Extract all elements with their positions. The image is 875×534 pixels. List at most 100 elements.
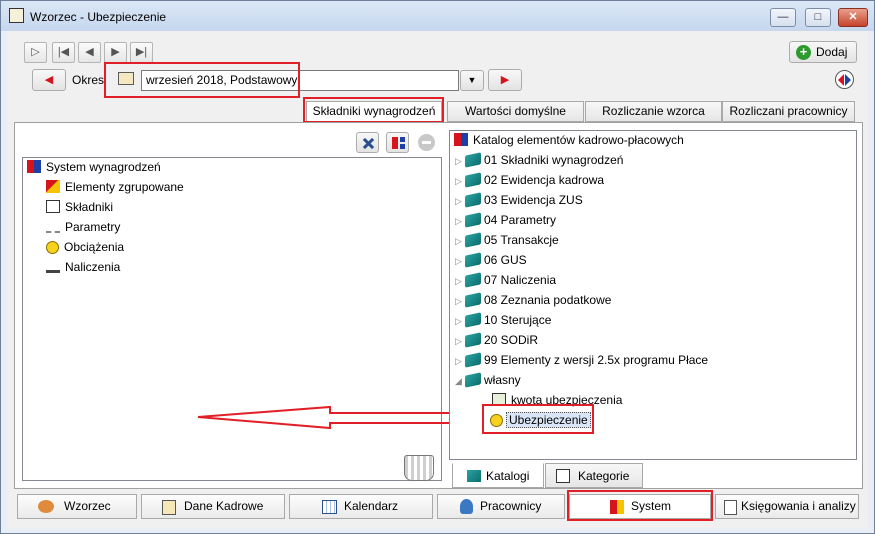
tree-item-label: Składniki <box>65 200 114 214</box>
personnel-data-icon <box>162 500 176 515</box>
tree-item-label: kwota ubezpieczenia <box>511 393 623 407</box>
tree-item-label: Obciążenia <box>64 240 125 254</box>
exchange-icon[interactable] <box>835 70 854 89</box>
module-tab-label: Pracownicy <box>480 499 542 513</box>
tree-item-obciazenia[interactable]: Obciążenia <box>46 237 124 257</box>
prev-record-icon[interactable]: ◀ <box>78 42 101 63</box>
catalog-folder[interactable]: ◢ własny <box>455 370 521 390</box>
tree-item-parametry[interactable]: Parametry <box>46 217 120 237</box>
expand-arrow-icon[interactable]: ▷ <box>455 271 465 291</box>
module-tab-pracownicy[interactable]: Pracownicy <box>437 494 565 519</box>
book-icon <box>465 232 481 248</box>
catalog-folder[interactable]: ▷ 03 Ewidencja ZUS <box>455 190 583 210</box>
calendar-icon <box>322 500 337 514</box>
catalog-folder[interactable]: ▷ 01 Składniki wynagrodzeń <box>455 150 623 170</box>
expand-arrow-icon[interactable]: ▷ <box>455 331 465 351</box>
tab-wartosci-domyslne[interactable]: Wartości domyślne <box>447 101 584 122</box>
catalog-folder[interactable]: ▷ 99 Elementy z wersji 2.5x programu Płac… <box>455 350 708 370</box>
catalog-folder-label: 02 Ewidencja kadrowa <box>484 173 605 187</box>
add-button-label: Dodaj <box>816 45 848 59</box>
catalog-folder[interactable]: ▷ 08 Zeznania podatkowe <box>455 290 611 310</box>
period-label: Okres <box>72 73 105 87</box>
catalog-folder[interactable]: ▷ 07 Naliczenia <box>455 270 556 290</box>
book-icon <box>465 172 481 188</box>
ledger-icon <box>724 500 737 515</box>
module-tab-wzorzec[interactable]: Wzorzec <box>17 494 137 519</box>
book-icon <box>118 72 134 85</box>
next-record-icon[interactable]: ▶ <box>104 42 127 63</box>
expand-arrow-icon[interactable]: ▷ <box>455 351 465 371</box>
expand-arrow-icon[interactable]: ▷ <box>455 191 465 211</box>
expand-arrow-icon[interactable]: ▷ <box>455 251 465 271</box>
tab-rozliczanie-wzorca[interactable]: Rozliczanie wzorca <box>585 101 722 122</box>
chevron-down-icon[interactable]: ▼ <box>460 70 484 91</box>
book-icon <box>465 352 481 368</box>
tab-kategorie[interactable]: Kategorie <box>545 463 643 488</box>
catalog-folder[interactable]: ▷ 20 SODiR <box>455 330 538 350</box>
structure-icon[interactable] <box>386 132 409 153</box>
categories-icon <box>556 469 570 483</box>
expand-arrow-icon[interactable]: ▷ <box>455 211 465 231</box>
previous-period-button[interactable]: ◀ <box>32 69 66 91</box>
catalog-folder-label: 06 GUS <box>484 253 527 267</box>
book-icon <box>465 312 481 328</box>
expand-arrow-icon[interactable]: ▷ <box>455 151 465 171</box>
catalog-folder[interactable]: ▷ 05 Transakcje <box>455 230 559 250</box>
app-icon <box>9 8 24 23</box>
module-tab-system[interactable]: System <box>569 494 711 519</box>
tree-item-ubezpieczenie[interactable]: Ubezpieczenie <box>490 410 591 430</box>
expand-arrow-icon[interactable]: ▷ <box>455 311 465 331</box>
catalog-folder[interactable]: ▷ 06 GUS <box>455 250 527 270</box>
catalog-folder-label: 05 Transakcje <box>484 233 559 247</box>
expand-arrow-icon[interactable]: ▷ <box>455 291 465 311</box>
tab-katalogi[interactable]: Katalogi <box>452 463 544 488</box>
book-icon <box>465 272 481 288</box>
minimize-button[interactable]: — <box>770 8 796 27</box>
calculation-icon <box>46 263 60 273</box>
catalog-folder[interactable]: ▷ 02 Ewidencja kadrowa <box>455 170 604 190</box>
close-button[interactable]: ✕ <box>838 8 868 27</box>
catalog-folder[interactable]: ▷ 04 Parametry <box>455 210 556 230</box>
coin-icon <box>46 241 59 254</box>
tree-item-label: Ubezpieczenie <box>506 412 591 428</box>
module-tab-label: Księgowania i analizy <box>741 499 856 513</box>
tab-skladniki[interactable]: Składniki wynagrodzeń <box>306 101 442 122</box>
components-icon <box>46 200 60 213</box>
tree-root-system[interactable]: System wynagrodzeń <box>27 157 161 177</box>
module-tab-label: Kalendarz <box>344 499 399 513</box>
new-record-icon[interactable]: ▷ <box>24 42 47 63</box>
catalog-folder-label: 04 Parametry <box>484 213 557 227</box>
maximize-button[interactable]: □ <box>805 8 831 27</box>
collapse-arrow-icon[interactable]: ◢ <box>455 371 465 391</box>
grouped-elements-icon <box>46 180 60 193</box>
tab-rozliczani-pracownicy[interactable]: Rozliczani pracownicy <box>722 101 855 122</box>
window-title: Wzorzec - Ubezpieczenie <box>30 10 167 24</box>
tree-item-kwota[interactable]: kwota ubezpieczenia <box>492 390 622 410</box>
remove-icon[interactable] <box>418 134 435 151</box>
tree-root-label: System wynagrodzeń <box>46 160 161 174</box>
catalog-folder[interactable]: ▷ 10 Sterujące <box>455 310 551 330</box>
period-field[interactable]: wrzesień 2018, Podstawowy <box>141 70 459 91</box>
module-tab-ksiegowania[interactable]: Księgowania i analizy <box>715 494 859 519</box>
module-tab-kalendarz[interactable]: Kalendarz <box>289 494 433 519</box>
first-record-icon[interactable]: |◀ <box>52 42 75 63</box>
catalog-folder-label: 20 SODiR <box>484 333 539 347</box>
tools-icon[interactable] <box>356 132 379 153</box>
catalog-folder-label: 03 Ewidencja ZUS <box>484 193 583 207</box>
tree-item-skladniki[interactable]: Składniki <box>46 197 113 217</box>
tree-item-elementy[interactable]: Elementy zgrupowane <box>46 177 184 197</box>
add-button[interactable]: + Dodaj <box>789 41 857 63</box>
parameters-icon <box>46 224 60 233</box>
expand-arrow-icon[interactable]: ▷ <box>455 171 465 191</box>
trash-icon[interactable] <box>404 455 434 481</box>
module-tab-dane-kadrowe[interactable]: Dane Kadrowe <box>141 494 285 519</box>
tab-label: Katalogi <box>486 469 530 483</box>
coin-icon <box>490 414 503 427</box>
expand-arrow-icon[interactable]: ▷ <box>455 231 465 251</box>
tree-item-naliczenia[interactable]: Naliczenia <box>46 257 120 277</box>
tree-item-label: Parametry <box>65 220 121 234</box>
system-icon <box>610 500 624 514</box>
catalog-root[interactable]: Katalog elementów kadrowo-płacowych <box>454 130 684 150</box>
next-period-button[interactable]: ▶ <box>488 69 522 91</box>
last-record-icon[interactable]: ▶| <box>130 42 153 63</box>
